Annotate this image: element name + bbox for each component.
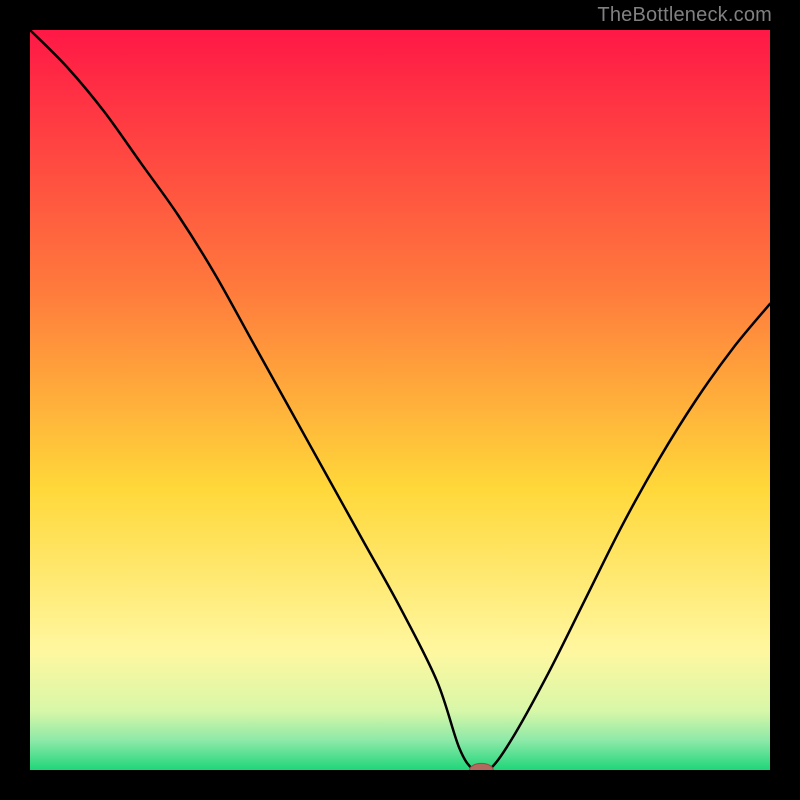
watermark-text: TheBottleneck.com: [597, 4, 772, 27]
chart-frame: TheBottleneck.com: [0, 0, 800, 800]
bottleneck-chart: [30, 30, 770, 770]
plot-area: [30, 30, 770, 770]
gradient-background: [30, 30, 770, 770]
